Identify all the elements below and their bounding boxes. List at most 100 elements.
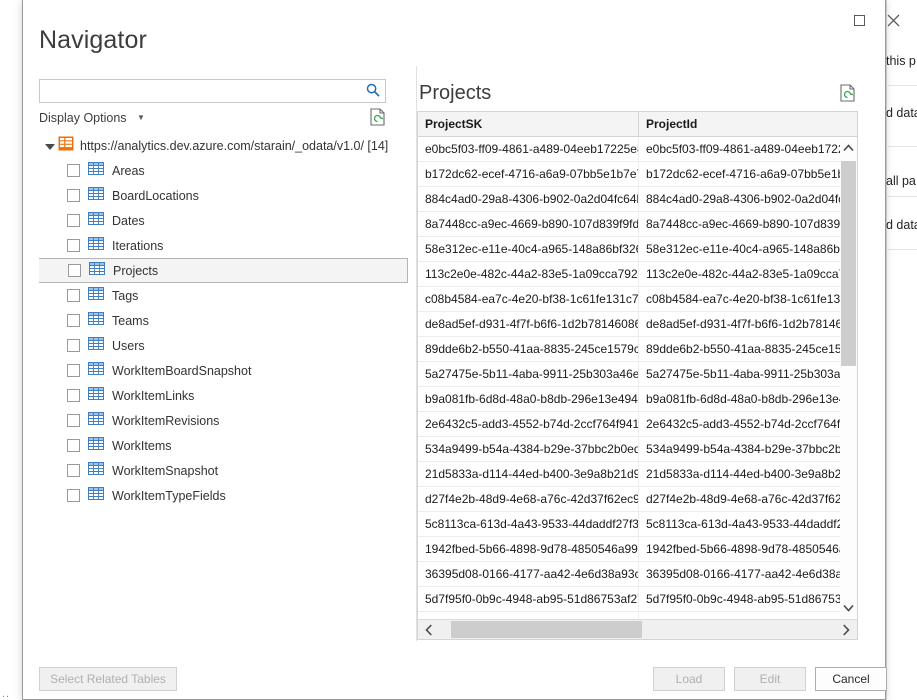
table-icon	[88, 361, 104, 380]
table-row[interactable]: 89dde6b2-b550-41aa-8835-245ce1579ca2 89dd…	[418, 337, 857, 362]
close-button[interactable]	[878, 9, 908, 31]
tree-item-workitemlinks[interactable]: WorkItemLinks	[39, 383, 410, 408]
table-cell: 8a7448cc-a9ec-4669-b890-107d839f9fd8	[425, 217, 638, 231]
table-icon	[88, 186, 104, 205]
select-related-tables-button[interactable]: Select Related Tables	[39, 667, 177, 691]
table-row[interactable]: 8a7448cc-a9ec-4669-b890-107d839f9fd8 8a74…	[418, 212, 857, 237]
table-icon	[88, 161, 104, 180]
tree-item-users[interactable]: Users	[39, 333, 410, 358]
tree-item-label: Users	[112, 338, 145, 353]
table-cell: 1942fbed-5b66-4898-9d78-4850546a99d2	[425, 542, 638, 556]
table-row[interactable]: b3007652-3dce-48a1-b6d9-536d045eb586b300…	[418, 612, 857, 619]
table-cell: de8ad5ef-d931-4f7f-b6f6-1d2b78146086	[425, 317, 638, 331]
tree-item-checkbox[interactable]	[68, 264, 81, 277]
tree-item-workitems[interactable]: WorkItems	[39, 433, 410, 458]
table-row[interactable]: 113c2e0e-482c-44a2-83e5-1a09cca7924c 113c…	[418, 262, 857, 287]
tree-item-checkbox[interactable]	[67, 164, 80, 177]
tree-item-boardlocations[interactable]: BoardLocations	[39, 183, 410, 208]
source-tree[interactable]: https://analytics.dev.azure.com/starain/…	[39, 133, 410, 520]
table-cell: 2e6432c5-add3-4552-b74d-2ccf764f9414	[638, 412, 857, 436]
tree-root-node[interactable]: https://analytics.dev.azure.com/starain/…	[39, 133, 410, 158]
table-row[interactable]: b172dc62-ecef-4716-a6a9-07bb5e1b7e7d b172…	[418, 162, 857, 187]
scroll-down-arrow-icon[interactable]	[840, 597, 857, 619]
scroll-up-arrow-icon[interactable]	[840, 137, 857, 159]
table-row[interactable]: 534a9499-b54a-4384-b29e-37bbc2b0eddb 534a…	[418, 437, 857, 462]
load-button[interactable]: Load	[653, 667, 725, 691]
tree-item-workitemboardsnapshot[interactable]: WorkItemBoardSnapshot	[39, 358, 410, 383]
tree-item-tags[interactable]: Tags	[39, 283, 410, 308]
preview-data-grid[interactable]: ProjectSK ProjectId e0bc5f03-ff09-4861-a…	[417, 111, 858, 640]
scroll-left-arrow-icon[interactable]	[418, 620, 440, 639]
table-row[interactable]: 21d5833a-d114-44ed-b400-3e9a8b21d9c3 21d5…	[418, 462, 857, 487]
edit-button[interactable]: Edit	[734, 667, 806, 691]
tree-item-checkbox[interactable]	[67, 189, 80, 202]
vertical-scrollbar-thumb[interactable]	[841, 161, 856, 366]
tree-item-projects[interactable]: Projects	[39, 258, 408, 283]
chevron-down-icon: ▼	[137, 113, 145, 122]
table-row[interactable]: b9a081fb-6d8d-48a0-b8db-296e13e4941a b9a0…	[418, 387, 857, 412]
table-row[interactable]: 36395d08-0166-4177-aa42-4e6d38a93c89 3639…	[418, 562, 857, 587]
tree-item-checkbox[interactable]	[67, 289, 80, 302]
grid-horizontal-scrollbar[interactable]	[418, 619, 857, 639]
refresh-document-icon[interactable]	[370, 108, 386, 131]
table-cell: b172dc62-ecef-4716-a6a9-07bb5e1b7e7d	[638, 162, 857, 186]
search-box[interactable]	[39, 79, 386, 103]
table-cell: d27f4e2b-48d9-4e68-a76c-42d37f62ec9b	[638, 487, 857, 511]
tree-root-label: https://analytics.dev.azure.com/starain/…	[80, 138, 389, 153]
search-input[interactable]	[39, 79, 386, 103]
table-row[interactable]: e0bc5f03-ff09-4861-a489-04eeb17225e8 e0bc…	[418, 137, 857, 162]
refresh-document-icon[interactable]	[840, 84, 856, 107]
table-cell: 5c8113ca-613d-4a43-9533-44daddf27f30	[638, 512, 857, 536]
tree-item-checkbox[interactable]	[67, 364, 80, 377]
table-cell: 2e6432c5-add3-4552-b74d-2ccf764f9414	[425, 417, 638, 431]
tree-item-checkbox[interactable]	[67, 389, 80, 402]
scroll-right-arrow-icon[interactable]	[835, 620, 857, 639]
table-row[interactable]: 5a27475e-5b11-4aba-9911-25b303a46ecf 5a27…	[418, 362, 857, 387]
tree-item-dates[interactable]: Dates	[39, 208, 410, 233]
table-cell: 58e312ec-e11e-40c4-a965-148a86bf3261	[638, 237, 857, 261]
horizontal-scrollbar-thumb[interactable]	[451, 621, 642, 638]
tree-item-teams[interactable]: Teams	[39, 308, 410, 333]
table-row[interactable]: c08b4584-ea7c-4e20-bf38-1c61fe131c74 c08b…	[418, 287, 857, 312]
tree-item-checkbox[interactable]	[67, 314, 80, 327]
cancel-button[interactable]: Cancel	[815, 667, 887, 691]
table-icon	[88, 411, 104, 430]
table-row[interactable]: 884c4ad0-29a8-4306-b902-0a2d04fc64b8 884c…	[418, 187, 857, 212]
tree-item-checkbox[interactable]	[67, 464, 80, 477]
table-cell: c08b4584-ea7c-4e20-bf38-1c61fe131c74	[425, 292, 638, 306]
table-row[interactable]: d27f4e2b-48d9-4e68-a76c-42d37f62ec9b d27f…	[418, 487, 857, 512]
tree-item-checkbox[interactable]	[67, 239, 80, 252]
table-row[interactable]: 2e6432c5-add3-4552-b74d-2ccf764f9414 2e64…	[418, 412, 857, 437]
table-cell: 36395d08-0166-4177-aa42-4e6d38a93c89	[638, 562, 857, 586]
dialog-titlebar	[23, 0, 899, 35]
table-row[interactable]: 1942fbed-5b66-4898-9d78-4850546a99d2 1942…	[418, 537, 857, 562]
tree-item-workitemrevisions[interactable]: WorkItemRevisions	[39, 408, 410, 433]
tree-item-workitemtypefields[interactable]: WorkItemTypeFields	[39, 483, 410, 508]
grid-vertical-scrollbar[interactable]	[840, 137, 857, 619]
tree-item-iterations[interactable]: Iterations	[39, 233, 410, 258]
column-header-projectsk[interactable]: ProjectSK	[418, 112, 638, 136]
table-cell: 8a7448cc-a9ec-4669-b890-107d839f9fd8	[638, 212, 857, 236]
table-row[interactable]: 5c8113ca-613d-4a43-9533-44daddf27f30 5c81…	[418, 512, 857, 537]
table-icon	[88, 311, 104, 330]
display-options-dropdown[interactable]: Display Options ▼	[39, 111, 145, 125]
tree-item-areas[interactable]: Areas	[39, 158, 410, 183]
maximize-button[interactable]	[844, 9, 874, 31]
table-cell: b3007652-3dce-48a1-b6d9-536d045eb586	[418, 612, 638, 619]
table-icon	[88, 486, 104, 505]
background-left-marker: ..	[2, 688, 11, 700]
column-header-projectid[interactable]: ProjectId	[638, 112, 857, 136]
filters-pane	[886, 0, 917, 700]
tree-item-checkbox[interactable]	[67, 489, 80, 502]
tree-item-checkbox[interactable]	[67, 339, 80, 352]
filter-row-text: all pa	[886, 174, 916, 188]
table-row[interactable]: 5d7f95f0-0b9c-4948-ab95-51d86753af27 5d7f…	[418, 587, 857, 612]
tree-item-checkbox[interactable]	[67, 439, 80, 452]
tree-item-label: Areas	[112, 163, 145, 178]
table-row[interactable]: 58e312ec-e11e-40c4-a965-148a86bf3261 58e3…	[418, 237, 857, 262]
tree-item-checkbox[interactable]	[67, 414, 80, 427]
tree-item-checkbox[interactable]	[67, 214, 80, 227]
tree-item-workitemsnapshot[interactable]: WorkItemSnapshot	[39, 458, 410, 483]
expander-collapse-icon[interactable]	[43, 139, 56, 152]
table-row[interactable]: de8ad5ef-d931-4f7f-b6f6-1d2b78146086 de8a…	[418, 312, 857, 337]
